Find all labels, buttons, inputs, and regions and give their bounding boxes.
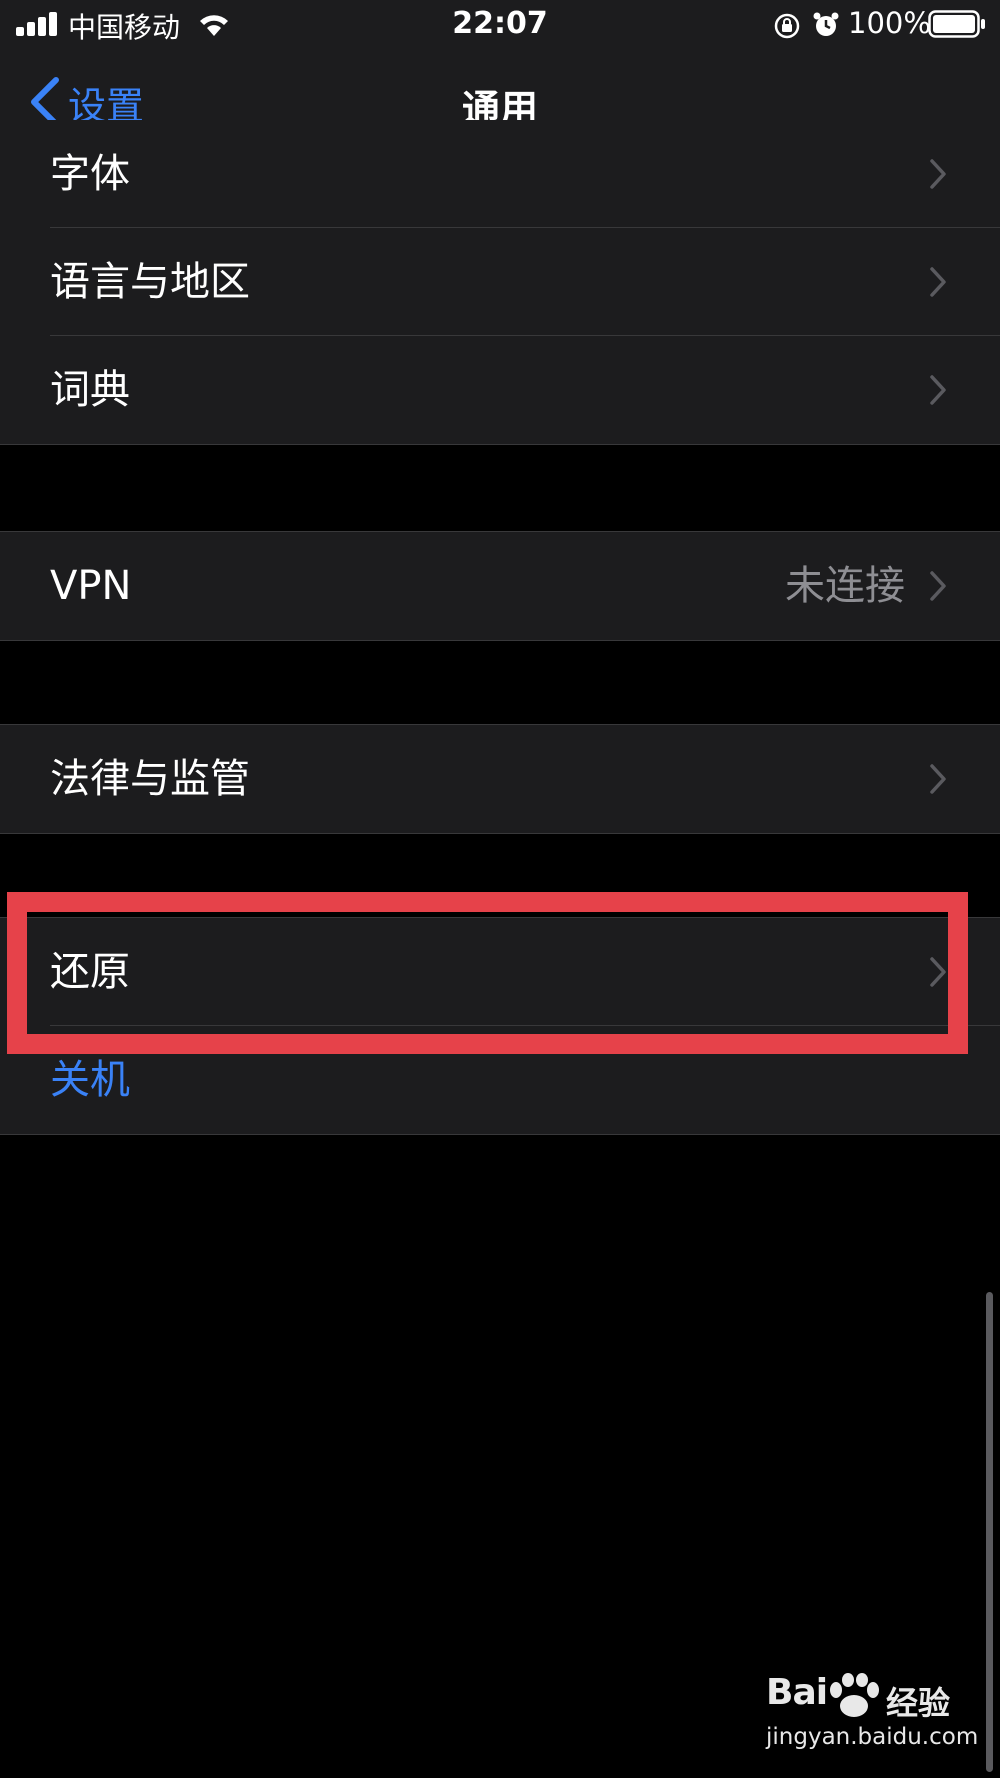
vpn-status-value: 未连接 xyxy=(785,563,905,609)
list-item-label: 法律与监管 xyxy=(50,756,250,802)
screen: 中国移动 22:07 100% 设置 通用 字体 语言与地区 词典 VPN 未连… xyxy=(0,0,1000,1778)
list-item-dictionary[interactable]: 词典 xyxy=(0,336,1000,444)
list-item-label: 词典 xyxy=(50,367,130,413)
list-item-language-region[interactable]: 语言与地区 xyxy=(0,228,1000,336)
chevron-right-icon xyxy=(930,764,946,794)
list-item-label: VPN xyxy=(50,563,132,609)
orientation-lock-icon xyxy=(774,13,800,39)
chevron-right-icon xyxy=(930,375,946,405)
settings-group-vpn: VPN 未连接 xyxy=(0,531,1000,641)
watermark-url: jingyan.baidu.com xyxy=(766,1724,979,1750)
chevron-right-icon xyxy=(930,267,946,297)
chevron-right-icon xyxy=(930,571,946,601)
watermark-brand-left: Bai xyxy=(766,1672,828,1713)
list-item-fonts[interactable]: 字体 xyxy=(0,120,1000,228)
alarm-icon xyxy=(813,12,839,36)
status-bar: 中国移动 22:07 100% xyxy=(0,0,1000,50)
list-item-label: 语言与地区 xyxy=(50,259,250,305)
list-item-vpn[interactable]: VPN 未连接 xyxy=(0,532,1000,640)
battery-percent: 100% xyxy=(848,6,931,40)
chevron-right-icon xyxy=(930,159,946,189)
battery-icon xyxy=(928,10,985,38)
watermark-brand-right: 经验 xyxy=(886,1684,951,1722)
list-item-label: 字体 xyxy=(50,151,130,197)
settings-group-language: 字体 语言与地区 词典 xyxy=(0,120,1000,445)
scroll-indicator xyxy=(986,1292,993,1772)
list-item-legal-regulatory[interactable]: 法律与监管 xyxy=(0,725,1000,833)
paw-icon xyxy=(830,1673,879,1717)
highlight-annotation-box xyxy=(7,892,968,1054)
baidu-jingyan-watermark: Bai 经验 jingyan.baidu.com xyxy=(766,1672,978,1762)
settings-group-legal: 法律与监管 xyxy=(0,724,1000,834)
